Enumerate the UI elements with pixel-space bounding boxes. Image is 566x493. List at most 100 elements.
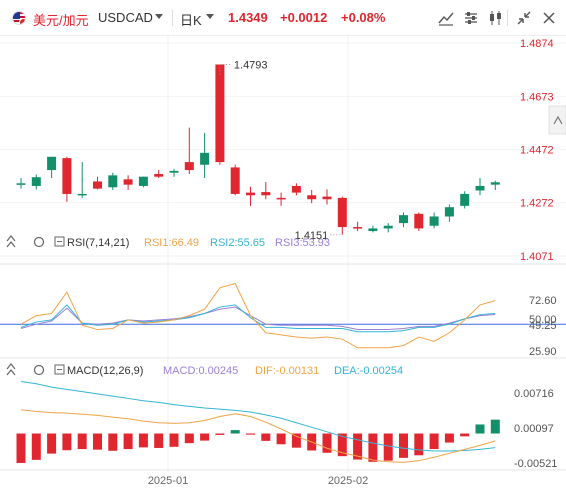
high-price-label: 1.4793 bbox=[234, 59, 268, 71]
symbol-dropdown-icon[interactable] bbox=[155, 14, 163, 19]
macd-bar bbox=[475, 424, 485, 434]
header-divider bbox=[172, 10, 173, 26]
candle bbox=[138, 176, 148, 188]
rsi1-value: RSI1:66.49 bbox=[144, 237, 199, 249]
rsi1-line bbox=[20, 282, 496, 349]
candle-body bbox=[230, 167, 240, 194]
candle-body bbox=[184, 162, 194, 171]
candle-body bbox=[108, 175, 118, 188]
price-change: +0.0012 bbox=[280, 10, 328, 25]
macd-bar bbox=[62, 433, 72, 451]
price-change-percent: +0.08% bbox=[341, 10, 386, 25]
macd-bar bbox=[215, 433, 225, 435]
rsi-title: RSI(7,14,21) bbox=[67, 237, 129, 249]
candle-body bbox=[414, 213, 424, 229]
chart-canvas[interactable]: 1.4874 1.4673 1.4472 1.4272 1.4071 1.4793 1.… bbox=[0, 36, 566, 493]
candle bbox=[429, 212, 439, 229]
macd-bar bbox=[368, 433, 378, 462]
macd-bar bbox=[200, 433, 210, 441]
candle-body bbox=[399, 215, 408, 224]
candle bbox=[414, 212, 424, 232]
chart-app: 美元/加元 USDCAD 日K 1.4349 +0.0012 +0.08% 1.… bbox=[0, 0, 566, 493]
candle-body bbox=[138, 176, 148, 186]
macd-bar bbox=[138, 433, 148, 448]
candle-body bbox=[246, 192, 255, 196]
macd-bar bbox=[429, 433, 439, 450]
indicator-settings-icon[interactable] bbox=[462, 9, 480, 27]
candle bbox=[184, 127, 194, 175]
candle bbox=[16, 178, 26, 189]
candle-body bbox=[291, 185, 301, 193]
macd-bar bbox=[154, 433, 164, 448]
candle-body bbox=[444, 207, 454, 217]
drawing-tool-icon[interactable] bbox=[437, 9, 455, 27]
candle-body bbox=[47, 156, 57, 171]
macd-tick-label: 0.00097 bbox=[514, 423, 554, 435]
macd-bar bbox=[47, 433, 57, 454]
candle-body bbox=[154, 174, 164, 177]
price-gridlines bbox=[0, 42, 566, 257]
candle bbox=[276, 192, 286, 206]
macd-axis: 0.00716 0.00097 -0.00521 bbox=[514, 388, 557, 470]
expand-panel-button[interactable] bbox=[548, 105, 566, 135]
candle-body bbox=[31, 177, 41, 186]
candle-body bbox=[429, 216, 439, 226]
macd-title: MACD(12,26,9) bbox=[67, 365, 143, 377]
pair-name[interactable]: 美元/加元 bbox=[33, 10, 89, 29]
rsi-tick-label: 72.60 bbox=[529, 295, 557, 307]
macd-bar bbox=[291, 433, 301, 448]
rsi3-value: RSI3:53.93 bbox=[275, 237, 330, 249]
candle bbox=[261, 181, 271, 200]
candle bbox=[444, 204, 454, 222]
candle-body bbox=[215, 64, 225, 163]
x-axis: 2025-01 2025-02 bbox=[148, 475, 368, 487]
macd-bar bbox=[261, 433, 271, 441]
candle-body bbox=[276, 197, 286, 200]
macd-bar bbox=[414, 433, 424, 456]
macd-bar bbox=[31, 433, 41, 460]
close-icon[interactable] bbox=[540, 9, 558, 27]
candle-body bbox=[123, 179, 133, 185]
macd-bar bbox=[444, 433, 454, 443]
candle-body bbox=[307, 195, 317, 200]
macd-bar bbox=[322, 433, 332, 453]
macd-bar bbox=[276, 433, 286, 445]
price-tick-label: 1.4071 bbox=[520, 251, 554, 263]
macd-bar bbox=[16, 433, 26, 463]
period-dropdown-icon[interactable] bbox=[206, 14, 214, 19]
symbol-selector[interactable]: USDCAD bbox=[98, 10, 153, 25]
candle bbox=[31, 174, 41, 190]
candle-body bbox=[93, 181, 102, 189]
price-tick-label: 1.4472 bbox=[520, 145, 554, 157]
price-tick-label: 1.4272 bbox=[520, 198, 554, 210]
x-tick-label: 2025-01 bbox=[148, 475, 188, 487]
period-selector[interactable]: 日K bbox=[180, 10, 202, 29]
price-axis: 1.4874 1.4673 1.4472 1.4272 1.4071 bbox=[520, 38, 554, 263]
dif-value: DIF:-0.00131 bbox=[255, 365, 319, 377]
settings-icon[interactable] bbox=[33, 236, 45, 248]
candle-body bbox=[460, 193, 470, 206]
candle bbox=[169, 168, 179, 177]
collapse-icon[interactable] bbox=[6, 235, 16, 248]
rsi-tick-label: 25.90 bbox=[529, 346, 557, 358]
candle bbox=[337, 196, 347, 235]
chart-type-icon[interactable] bbox=[487, 9, 505, 27]
compress-icon[interactable] bbox=[515, 9, 533, 27]
candle-body bbox=[383, 225, 393, 229]
macd-bar bbox=[230, 430, 240, 434]
collapse-icon[interactable] bbox=[6, 363, 16, 376]
candle-body bbox=[475, 185, 485, 191]
candle bbox=[353, 221, 363, 232]
candle-body bbox=[490, 182, 500, 185]
candle bbox=[368, 225, 378, 233]
candle-body bbox=[200, 152, 210, 165]
dea-value: DEA:-0.00254 bbox=[334, 365, 403, 377]
candle bbox=[383, 223, 393, 233]
candle bbox=[77, 162, 87, 198]
rsi-series bbox=[20, 282, 496, 349]
candle bbox=[475, 178, 485, 196]
settings-icon[interactable] bbox=[33, 364, 45, 376]
macd-histogram bbox=[16, 419, 500, 463]
candle bbox=[399, 212, 408, 228]
candle bbox=[230, 164, 240, 196]
